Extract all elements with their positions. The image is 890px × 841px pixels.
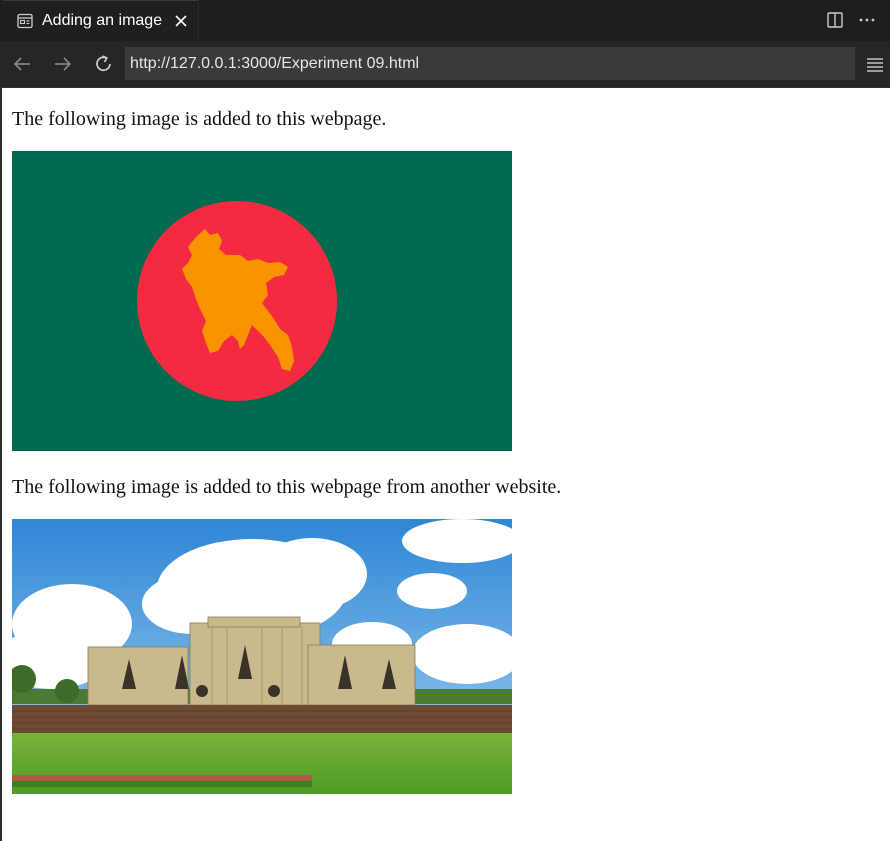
bangladesh-flag-image	[12, 151, 512, 451]
paragraph-local-image: The following image is added to this web…	[12, 108, 387, 130]
split-editor-icon[interactable]	[826, 11, 844, 29]
reload-icon[interactable]	[93, 53, 115, 75]
forward-arrow-icon[interactable]	[52, 53, 74, 75]
browser-toolbar: http://127.0.0.1:3000/Experiment 09.html	[0, 41, 890, 88]
url-input[interactable]: http://127.0.0.1:3000/Experiment 09.html	[125, 47, 855, 80]
paragraph-remote-image: The following image is added to this web…	[12, 476, 562, 498]
more-actions-icon[interactable]	[858, 11, 876, 29]
preview-icon	[16, 12, 34, 30]
back-arrow-icon[interactable]	[11, 53, 33, 75]
close-icon[interactable]	[172, 12, 190, 30]
parliament-building-image	[12, 519, 512, 794]
tab-adding-an-image[interactable]: Adding an image	[3, 0, 199, 41]
tab-bar: Adding an image	[0, 0, 890, 41]
window-edge	[0, 88, 2, 841]
menu-icon[interactable]	[866, 55, 884, 73]
tab-title: Adding an image	[42, 12, 163, 29]
